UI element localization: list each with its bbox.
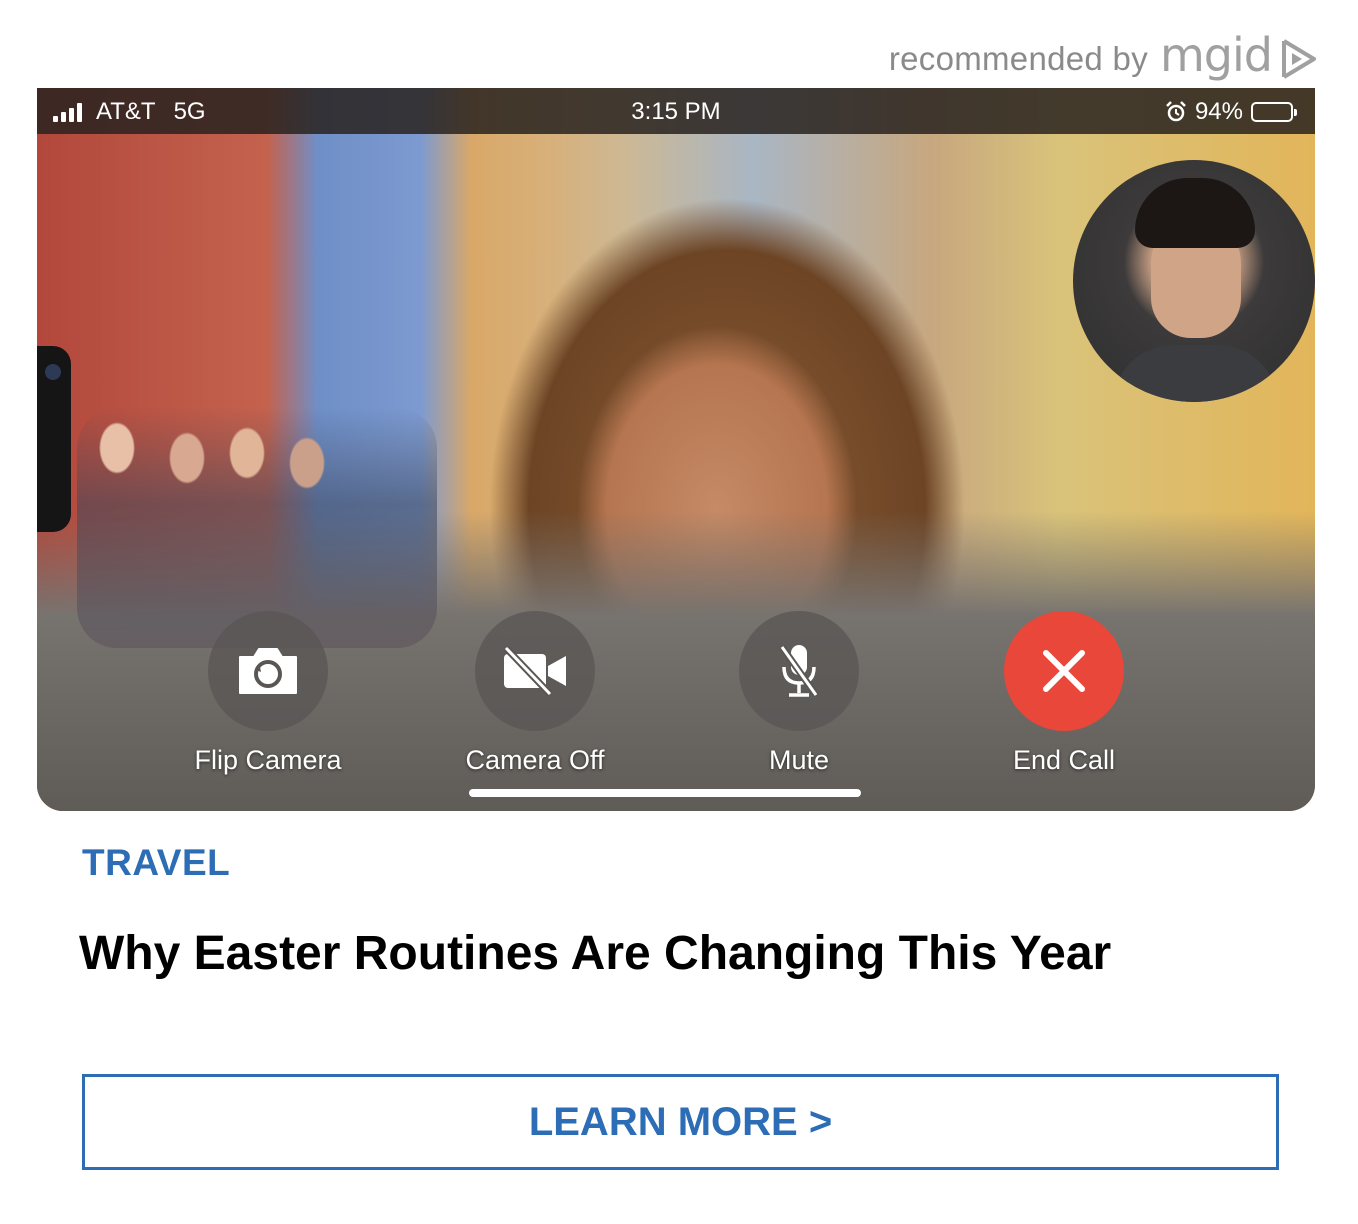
flip-camera-button[interactable]	[208, 611, 328, 731]
ad-image[interactable]: AT&T 5G 3:15 PM 94% Flip Camera Camera O…	[37, 88, 1315, 811]
mute-button[interactable]	[739, 611, 859, 731]
control-label: Flip Camera	[194, 745, 342, 775]
camera-flip-icon	[239, 648, 297, 694]
control-label: Mute	[768, 745, 830, 775]
battery-percent: 94%	[1194, 98, 1243, 125]
end-call-button[interactable]	[1004, 611, 1124, 731]
control-label: Camera Off	[465, 745, 605, 775]
camera-off-control[interactable]: Camera Off	[445, 611, 625, 776]
flip-camera-control[interactable]: Flip Camera	[178, 611, 358, 776]
clock: 3:15 PM	[631, 98, 721, 125]
self-view-pip[interactable]	[1073, 160, 1315, 402]
play-triangle-icon	[1282, 39, 1316, 79]
recommended-text: recommended by	[888, 40, 1148, 77]
end-call-control[interactable]: End Call	[974, 611, 1154, 776]
battery-icon	[1251, 102, 1297, 122]
learn-more-button[interactable]: LEARN MORE >	[82, 1074, 1279, 1170]
mute-control[interactable]: Mute	[709, 611, 889, 776]
headline[interactable]: Why Easter Routines Are Changing This Ye…	[79, 926, 1111, 981]
alarm-clock-icon	[1166, 101, 1186, 122]
video-off-icon	[503, 646, 566, 696]
category-label[interactable]: TRAVEL	[82, 842, 230, 884]
recommended-by[interactable]: recommended by mgid	[888, 28, 1318, 84]
microphone-off-icon	[779, 644, 819, 698]
close-icon	[1043, 650, 1085, 692]
mgid-logo[interactable]: mgid	[1160, 28, 1273, 82]
home-indicator	[469, 789, 861, 797]
control-label: End Call	[1012, 745, 1116, 775]
status-bar: AT&T 5G 3:15 PM 94%	[37, 88, 1315, 134]
ad-card[interactable]: recommended by mgid AT&T 5G 3:15 PM 94% …	[0, 0, 1358, 1224]
camera-off-button[interactable]	[475, 611, 595, 731]
side-camera-notch	[37, 346, 71, 532]
